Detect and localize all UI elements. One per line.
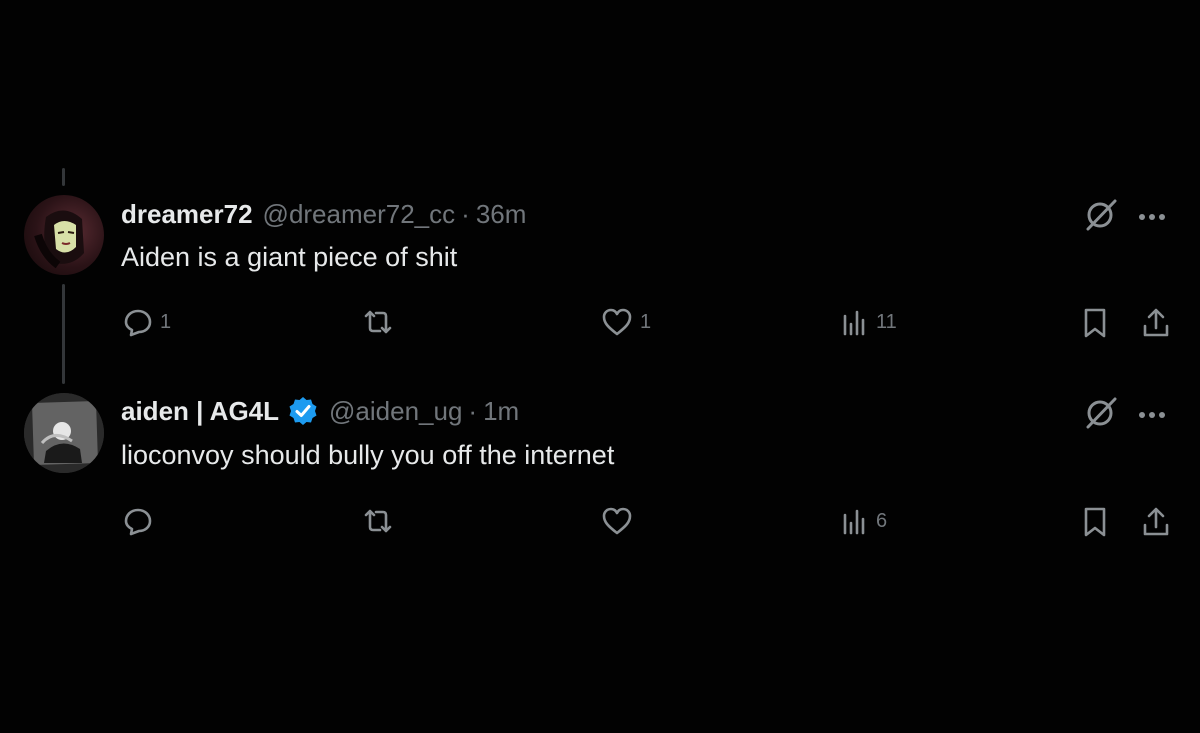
views-button[interactable]: 6 — [840, 505, 887, 537]
tweet-header: aiden | AG4L @aiden_ug · 1m — [121, 393, 519, 429]
reply-button[interactable] — [122, 505, 160, 537]
share-button[interactable] — [1140, 505, 1172, 539]
display-name[interactable]: aiden | AG4L — [121, 396, 279, 427]
reply-icon — [122, 505, 154, 537]
user-handle[interactable]: @aiden_ug — [329, 396, 462, 427]
bookmark-icon — [1080, 505, 1110, 539]
avatar[interactable] — [24, 393, 104, 473]
tweet-actions: 6 — [0, 505, 1200, 545]
like-icon — [600, 505, 634, 537]
tweet-top-actions — [1084, 396, 1168, 435]
share-icon — [1140, 505, 1172, 539]
tweet-text: lioconvoy should bully you off the inter… — [121, 440, 615, 470]
tweet[interactable]: aiden | AG4L @aiden_ug · 1m lioconvoy sh… — [0, 0, 1200, 733]
grok-icon[interactable] — [1084, 396, 1118, 435]
more-icon[interactable] — [1138, 407, 1168, 425]
avatar-image — [24, 393, 104, 473]
verified-badge-icon — [287, 395, 319, 427]
retweet-icon — [360, 505, 396, 537]
like-button[interactable] — [600, 505, 640, 537]
bookmark-button[interactable] — [1080, 505, 1110, 539]
views-icon — [840, 505, 870, 537]
views-count: 6 — [876, 509, 888, 532]
timestamp[interactable]: 1m — [483, 396, 519, 427]
separator-dot: · — [468, 395, 478, 426]
retweet-button[interactable] — [360, 505, 402, 537]
